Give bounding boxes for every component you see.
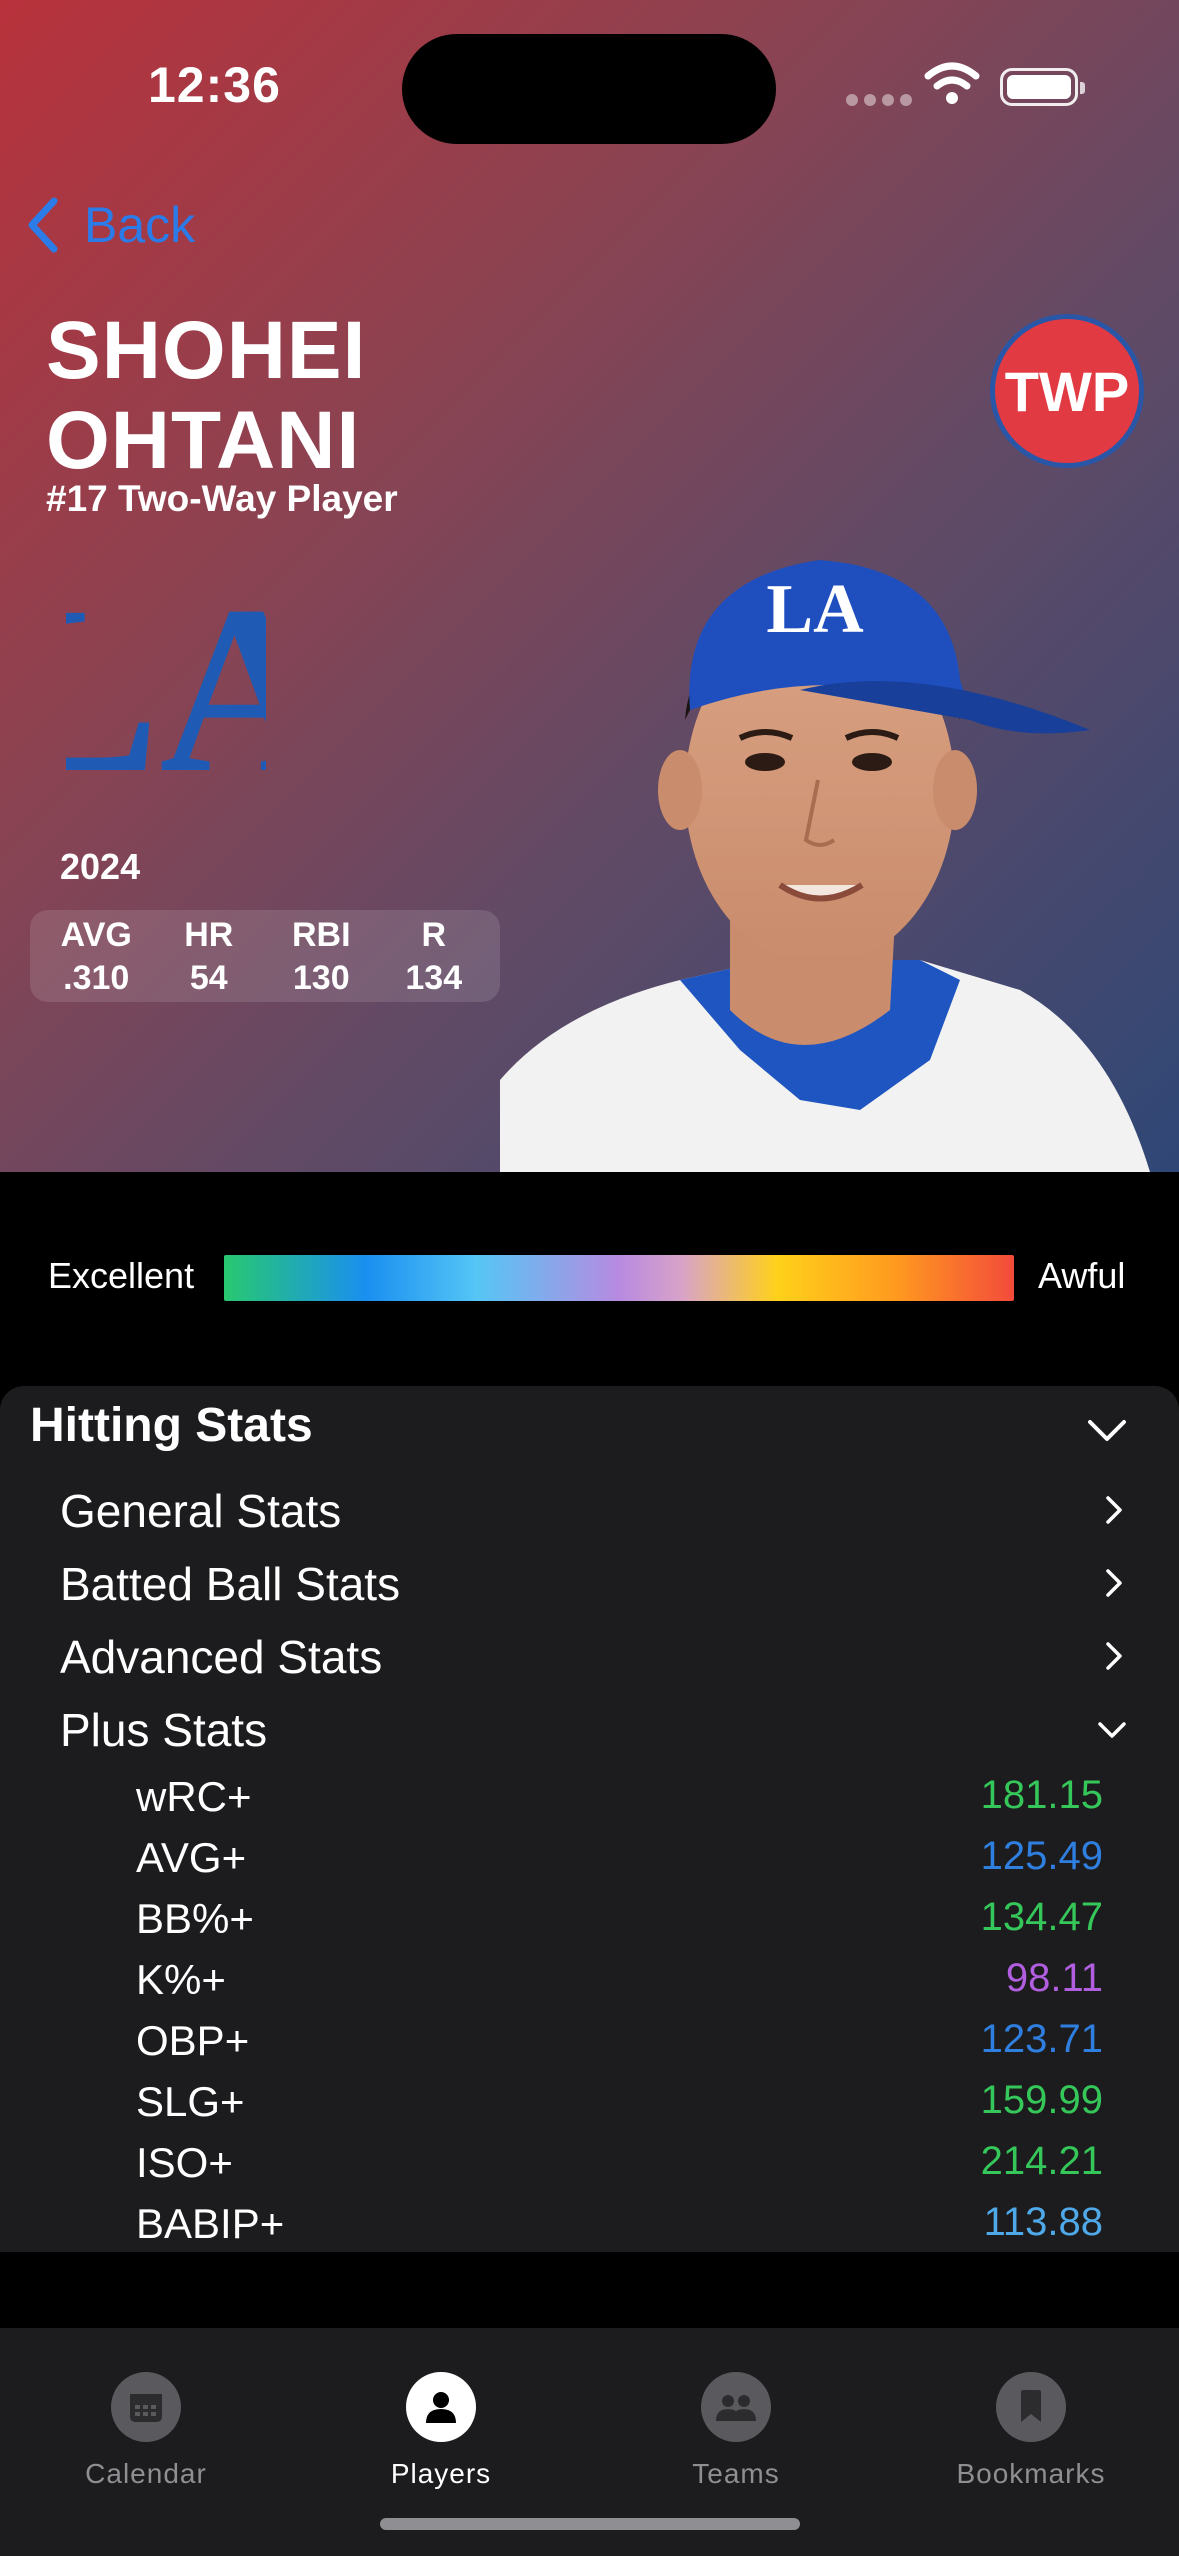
scale-gradient-bar <box>224 1255 1014 1301</box>
chevron-right-icon[interactable] <box>1104 1640 1124 1672</box>
status-time: 12:36 <box>148 57 281 113</box>
chevron-down-icon[interactable] <box>1096 1720 1128 1740</box>
stat-label: AVG <box>60 916 132 954</box>
dynamic-island <box>402 34 776 144</box>
calendar-icon <box>111 2372 181 2442</box>
plus-stat-value: 123.71 <box>980 2017 1103 2061</box>
stat-value: 134 <box>405 959 463 997</box>
person-icon <box>406 2372 476 2442</box>
plus-stat-value: 134.47 <box>980 1895 1103 1939</box>
tab-bookmarks[interactable]: Bookmarks <box>911 2372 1151 2490</box>
stat-label: R <box>421 916 447 954</box>
plus-stat-row: SLG+ 159.99 <box>0 2078 1179 2136</box>
status-bar: 12:36 <box>0 0 1179 170</box>
hitting-stats-header[interactable]: Hitting Stats <box>30 1398 313 1453</box>
plus-stat-value: 181.15 <box>980 1773 1103 1817</box>
tab-label: Players <box>390 2458 492 2489</box>
plus-stat-name: OBP+ <box>136 2017 250 2064</box>
player-number-position: #17 Two-Way Player <box>46 478 398 519</box>
plus-stat-row: BB%+ 134.47 <box>0 1895 1179 1953</box>
plus-stat-value: 98.11 <box>1005 1956 1103 2000</box>
stat-value: .310 <box>63 959 130 997</box>
plus-stat-value: 113.88 <box>983 2200 1103 2244</box>
plus-stat-name: wRC+ <box>136 1773 252 1820</box>
plus-stat-row: ISO+ 214.21 <box>0 2139 1179 2197</box>
stat-label: RBI <box>291 916 351 954</box>
plus-stat-row: AVG+ 125.49 <box>0 1834 1179 1892</box>
chevron-down-icon[interactable] <box>1086 1418 1128 1444</box>
plus-stat-value: 125.49 <box>980 1834 1103 1878</box>
tab-players[interactable]: Players <box>321 2372 561 2490</box>
group-general-stats[interactable]: General Stats <box>60 1484 341 1538</box>
scale-right-label: Awful <box>1038 1255 1126 1296</box>
bookmark-icon <box>996 2372 1066 2442</box>
plus-stat-name: BABIP+ <box>136 2200 285 2247</box>
chevron-right-icon[interactable] <box>1104 1567 1124 1599</box>
tab-label: Teams <box>692 2458 780 2489</box>
group-plus-stats[interactable]: Plus Stats <box>60 1703 267 1757</box>
chevron-left-icon <box>28 197 58 253</box>
tab-label: Calendar <box>85 2458 207 2489</box>
plus-stat-name: BB%+ <box>136 1895 254 1942</box>
season-stat-r: R 134 <box>378 910 491 1002</box>
plus-stat-row: K%+ 98.11 <box>0 1956 1179 2014</box>
scale-left-label: Excellent <box>48 1255 195 1296</box>
svg-text:LA: LA <box>766 571 864 648</box>
chevron-right-icon[interactable] <box>1104 1494 1124 1526</box>
plus-stat-row: wRC+ 181.15 <box>0 1773 1179 1831</box>
player-name: SHOHEI OHTANI <box>46 306 366 486</box>
team-logo-text: LA <box>66 556 266 790</box>
back-button[interactable]: Back <box>26 196 195 254</box>
stat-value: 54 <box>189 959 228 997</box>
player-portrait: LA <box>500 560 1150 1172</box>
stat-label: HR <box>184 916 234 954</box>
tab-label: Bookmarks <box>956 2458 1106 2489</box>
home-indicator[interactable] <box>380 2518 800 2530</box>
back-label: Back <box>84 197 196 253</box>
position-badge: TWP <box>990 314 1144 468</box>
player-last-name: OHTANI <box>46 395 361 486</box>
tab-calendar[interactable]: Calendar <box>26 2372 266 2490</box>
plus-stat-value: 159.99 <box>980 2078 1103 2122</box>
tab-teams[interactable]: Teams <box>616 2372 856 2490</box>
stat-value: 130 <box>292 959 350 997</box>
team-logo: LA <box>66 556 266 790</box>
plus-stat-name: K%+ <box>136 1956 226 2003</box>
player-first-name: SHOHEI <box>46 305 367 396</box>
season-stat-rbi: RBI 130 <box>265 910 378 1002</box>
season-stat-avg: AVG .310 <box>40 910 153 1002</box>
battery-icon <box>1000 68 1085 106</box>
plus-stat-value: 214.21 <box>980 2139 1103 2183</box>
plus-stat-name: SLG+ <box>136 2078 245 2125</box>
season-year: 2024 <box>60 846 141 887</box>
people-icon <box>701 2372 771 2442</box>
season-stat-box: AVG .310 HR 54 RBI 130 R 134 <box>30 910 500 1002</box>
plus-stat-name: ISO+ <box>136 2139 233 2186</box>
plus-stat-name: AVG+ <box>136 1834 247 1881</box>
plus-stat-row: BABIP+ 113.88 <box>0 2200 1179 2258</box>
cellular-signal-icon <box>846 94 912 106</box>
group-batted-ball-stats[interactable]: Batted Ball Stats <box>60 1557 400 1611</box>
group-advanced-stats[interactable]: Advanced Stats <box>60 1630 382 1684</box>
season-stat-hr: HR 54 <box>153 910 266 1002</box>
plus-stat-row: OBP+ 123.71 <box>0 2017 1179 2075</box>
wifi-icon <box>924 62 980 104</box>
